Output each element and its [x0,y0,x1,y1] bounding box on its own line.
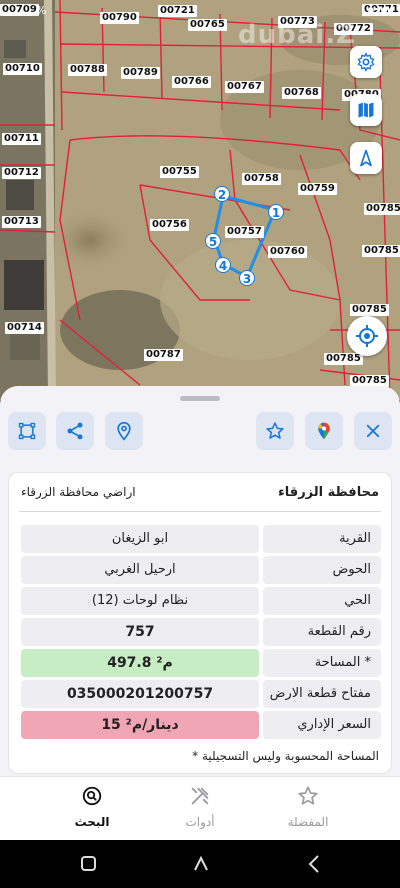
parcel-number-label: رقم القطعة [263,618,381,646]
compass-icon [360,149,372,167]
parcel-label[interactable]: 00758 [242,173,281,185]
nav-search[interactable]: البحث [52,785,132,833]
area-label: المساحة * [263,649,381,677]
north-button[interactable] [350,142,382,174]
info-row-district: (12) نظام لوحات الحي [21,587,381,615]
nav-tools[interactable]: أدوات [160,785,240,833]
area-value: 497.8 م² [21,649,259,677]
info-row-area: 497.8 م² المساحة * [21,649,381,677]
parcel-details-sheet: محافظة الزرقاء اراضي محافظة الزرقاء ابو … [0,386,400,776]
divider [19,511,381,512]
favorite-button[interactable] [256,412,294,450]
price-value: 15 دينار/م² [21,711,259,739]
status-bar: % ٥:١١ [0,0,400,22]
vertex-marker[interactable]: 5 [205,233,221,249]
vertex-marker[interactable]: 2 [214,186,230,202]
recents-icon[interactable] [81,856,96,871]
parcel-label[interactable]: 00766 [172,76,211,88]
parcel-label[interactable]: 00711 [2,133,41,145]
parcel-info-card: محافظة الزرقاء اراضي محافظة الزرقاء ابو … [8,472,392,774]
parcel-label[interactable]: 00756 [150,219,189,231]
parcel-label[interactable]: 00710 [3,63,42,75]
nav-favorites[interactable]: المفضلة [268,785,348,833]
vertex-marker[interactable]: 1 [268,204,284,220]
polygon-button[interactable] [8,412,46,450]
parcel-label[interactable]: 00788 [68,64,107,76]
governorate-subtitle: اراضي محافظة الزرقاء [21,485,136,499]
parcel-label[interactable]: 00789 [121,67,160,79]
vertex-marker[interactable]: 3 [239,270,255,286]
home-icon[interactable] [194,855,208,871]
google-maps-button[interactable] [305,412,343,450]
system-navigation-bar [0,840,400,888]
village-label: القرية [263,525,381,553]
parcel-label[interactable]: 00785 [350,304,389,316]
close-icon [366,424,380,438]
crosshair-icon [356,325,378,347]
parcel-label[interactable]: 00755 [160,166,199,178]
parcel-label[interactable]: 00759 [298,183,337,195]
governorate-title: محافظة الزرقاء [278,485,379,500]
parcel-label[interactable]: 00760 [268,246,307,258]
nav-favorites-label: المفضلة [287,815,329,829]
pin-icon [117,421,131,441]
star-icon [298,786,318,805]
parcel-label[interactable]: 00712 [2,167,41,179]
parcel-label[interactable]: 00785 [364,203,400,215]
district-value: (12) نظام لوحات [21,587,259,615]
parcel-label[interactable]: 00787 [144,349,183,361]
location-button[interactable] [105,412,143,450]
map-icon [358,102,374,118]
tools-icon [191,787,209,805]
share-icon [67,422,83,440]
info-row-price: 15 دينار/م² السعر الإداري [21,711,381,739]
polygon-icon [18,422,36,440]
nav-search-label: البحث [74,815,110,829]
parcel-label[interactable]: 00768 [282,87,321,99]
back-icon[interactable] [308,855,319,873]
clock: ٥:١١ [367,4,392,17]
google-maps-icon [318,422,330,440]
satellite-map[interactable]: 00709 00790 00721 00765 00773 00771 0077… [0,0,400,400]
app-root: 00709 00790 00721 00765 00773 00771 0077… [0,0,400,888]
parcel-number-value: 757 [21,618,259,646]
parcel-label[interactable]: 00767 [225,81,264,93]
bottom-navigation: البحث أدوات المفضلة [0,776,400,840]
parcel-label[interactable]: 00785 [324,353,363,365]
basin-label: الحوض [263,556,381,584]
village-value: ابو الزيغان [21,525,259,553]
star-icon [266,422,284,439]
info-row-village: ابو الزيغان القرية [21,525,381,553]
district-label: الحي [263,587,381,615]
basin-value: ارحيل الغربي [21,556,259,584]
settings-button[interactable] [350,46,382,78]
info-row-parcel-number: 757 رقم القطعة [21,618,381,646]
info-row-basin: ارحيل الغربي الحوض [21,556,381,584]
nav-tools-label: أدوات [185,815,215,829]
layers-button[interactable] [350,94,382,126]
gear-icon [357,52,375,72]
map-imagery [0,0,400,400]
parcel-label[interactable]: 00714 [5,322,44,334]
land-key-value[interactable]: 035000201200757 [21,680,259,708]
land-key-label: مفتاح قطعة الارض [263,680,381,708]
battery-percent: % [36,4,47,17]
watermark: dubai.Z [238,20,356,50]
vertex-marker[interactable]: 4 [215,257,231,273]
info-row-land-key: 035000201200757 مفتاح قطعة الارض [21,680,381,708]
share-button[interactable] [56,412,94,450]
area-footnote: * المساحة المحسوبة وليس التسجيلية [192,749,379,763]
locate-button[interactable] [347,316,387,356]
search-icon [82,786,102,806]
selected-parcel-label[interactable]: 00757 [225,226,264,238]
parcel-label[interactable]: 00785 [362,245,400,257]
parcel-label[interactable]: 00713 [2,216,41,228]
price-label: السعر الإداري [263,711,381,739]
sheet-drag-handle[interactable] [180,396,220,401]
close-button[interactable] [354,412,392,450]
